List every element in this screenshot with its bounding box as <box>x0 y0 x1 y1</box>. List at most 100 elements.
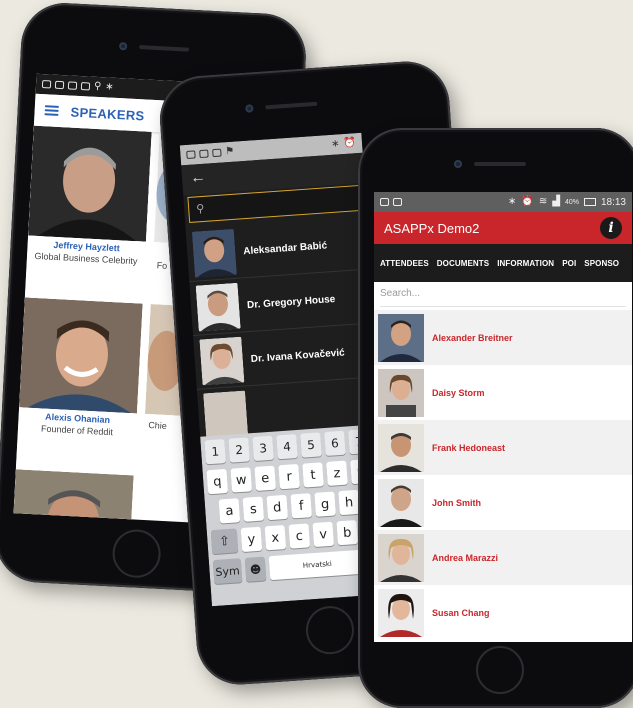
shift-key-icon[interactable]: ⇧ <box>210 528 239 555</box>
bluetooth-icon: ∗ <box>330 138 340 150</box>
flag-icon: ⚑ <box>224 145 235 158</box>
key[interactable]: e <box>254 465 277 491</box>
attendee-name: Alexander Breitner <box>432 332 513 343</box>
contact-portrait-icon <box>195 282 241 332</box>
tab-poi[interactable]: POI <box>562 259 576 268</box>
key[interactable]: x <box>264 525 287 551</box>
attendee-name: John Smith <box>432 497 481 508</box>
attendee-avatar <box>378 368 424 417</box>
speaker-photo <box>28 125 152 242</box>
home-button[interactable] <box>304 604 356 656</box>
attendee-avatar <box>378 533 424 582</box>
key[interactable]: b <box>336 520 359 546</box>
key[interactable]: r <box>278 463 300 490</box>
key[interactable]: w <box>230 467 253 493</box>
key[interactable]: d <box>266 494 289 521</box>
speaker-portrait-icon <box>13 469 134 524</box>
key[interactable]: 4 <box>276 434 298 460</box>
speaker-card[interactable] <box>13 469 134 524</box>
key[interactable]: 5 <box>300 432 322 458</box>
battery-percent: 40% <box>564 198 579 206</box>
key[interactable]: 1 <box>204 439 227 465</box>
location-icon: ⚲ <box>93 80 102 93</box>
emoji-key-icon[interactable]: ☻ <box>244 556 267 582</box>
bluetooth-icon: ∗ <box>508 196 517 207</box>
key[interactable]: a <box>218 498 241 524</box>
notification-icon <box>41 80 52 89</box>
attendee-row[interactable]: Andrea Marazzi <box>374 530 632 585</box>
menu-icon[interactable] <box>44 105 59 116</box>
speaker-portrait-icon <box>28 125 152 242</box>
earpiece <box>265 101 318 110</box>
speaker-card[interactable]: Alexis Ohanian Founder of Reddit <box>15 297 143 474</box>
key[interactable]: s <box>242 496 265 522</box>
attendee-row[interactable]: John Smith <box>374 475 632 530</box>
tab-information[interactable]: INFORMATION <box>497 259 554 268</box>
search-placeholder: Search... <box>380 288 421 299</box>
tab-attendees[interactable]: ATTENDEES <box>380 259 429 268</box>
key[interactable]: f <box>290 493 313 519</box>
home-button[interactable] <box>476 646 524 694</box>
sym-key[interactable]: Sym <box>212 558 243 585</box>
contact-name: Dr. Ivana Kovačević <box>250 346 345 365</box>
contact-avatar <box>203 390 249 440</box>
key[interactable]: h <box>338 489 360 516</box>
attendee-portrait-icon <box>378 368 424 417</box>
key[interactable]: 6 <box>324 430 346 457</box>
notification-icon <box>199 149 209 159</box>
language-label: Hrvatski <box>302 559 333 570</box>
notification-icon <box>54 80 65 90</box>
space-bar[interactable]: Hrvatski <box>268 549 367 581</box>
contact-name: Dr. Gregory House <box>246 293 336 311</box>
notification-icon <box>212 148 222 158</box>
key[interactable]: 3 <box>252 435 274 462</box>
attendee-row[interactable]: Daisy Storm <box>374 365 632 420</box>
key[interactable]: 2 <box>228 437 250 463</box>
contact-avatar <box>199 336 245 386</box>
earpiece <box>139 45 190 52</box>
attendee-portrait-icon <box>378 423 424 472</box>
search-input[interactable]: Search... <box>380 288 626 307</box>
attendee-name: Andrea Marazzi <box>432 552 499 563</box>
key[interactable]: t <box>302 462 324 488</box>
contact-name: Aleksandar Babić <box>242 239 328 257</box>
tab-documents[interactable]: DOCUMENTS <box>437 259 489 268</box>
attendee-avatar <box>378 588 424 637</box>
attendee-row[interactable]: Alexander Breitner <box>374 310 632 365</box>
bluetooth-icon: ∗ <box>105 81 114 93</box>
notification-icon <box>393 198 402 206</box>
speaker-card[interactable]: Jeffrey Hayzlett Global Business Celebri… <box>24 125 152 302</box>
info-icon[interactable]: i <box>600 217 622 239</box>
attendee-row[interactable]: Susan Chang <box>374 585 632 640</box>
key[interactable]: v <box>312 521 335 548</box>
attendee-name: Daisy Storm <box>432 387 485 398</box>
attendee-name: Frank Hedoneast <box>432 442 506 453</box>
signal-icon: ▟ <box>552 196 560 207</box>
contact-portrait-icon <box>199 336 245 386</box>
home-button[interactable] <box>111 528 162 579</box>
wifi-icon: ≋ <box>538 196 548 207</box>
notification-icon <box>67 81 78 90</box>
key[interactable]: q <box>206 468 229 495</box>
attendee-avatar <box>378 423 424 472</box>
alarm-icon: ⏰ <box>521 196 534 207</box>
key[interactable]: y <box>240 526 263 553</box>
app-title: ASAPPx Demo2 <box>384 220 480 236</box>
status-time: 18:13 <box>600 196 626 208</box>
attendee-row[interactable]: Frank Hedoneast <box>374 420 632 475</box>
key[interactable]: c <box>288 523 311 549</box>
back-arrow-icon[interactable]: ← <box>190 169 207 187</box>
attendee-name: Susan Chang <box>432 607 490 618</box>
contact-portrait-icon <box>203 390 249 440</box>
attendee-avatar <box>378 478 424 527</box>
key[interactable]: g <box>314 491 336 517</box>
status-bar: ∗ ⏰ ≋ ▟ 40% 18:13 <box>374 192 632 212</box>
attendees-screen: ∗ ⏰ ≋ ▟ 40% 18:13 ASAPPx Demo2 i ATTENDE… <box>374 192 632 642</box>
tab-bar: ATTENDEES DOCUMENTS INFORMATION POI SPON… <box>374 244 632 282</box>
page-title: SPEAKERS <box>70 104 145 123</box>
attendee-portrait-icon <box>378 478 424 527</box>
key[interactable]: z <box>326 460 348 486</box>
front-camera <box>245 104 254 113</box>
speaker-photo <box>19 297 143 414</box>
tab-sponsors[interactable]: SPONSO <box>584 259 619 268</box>
